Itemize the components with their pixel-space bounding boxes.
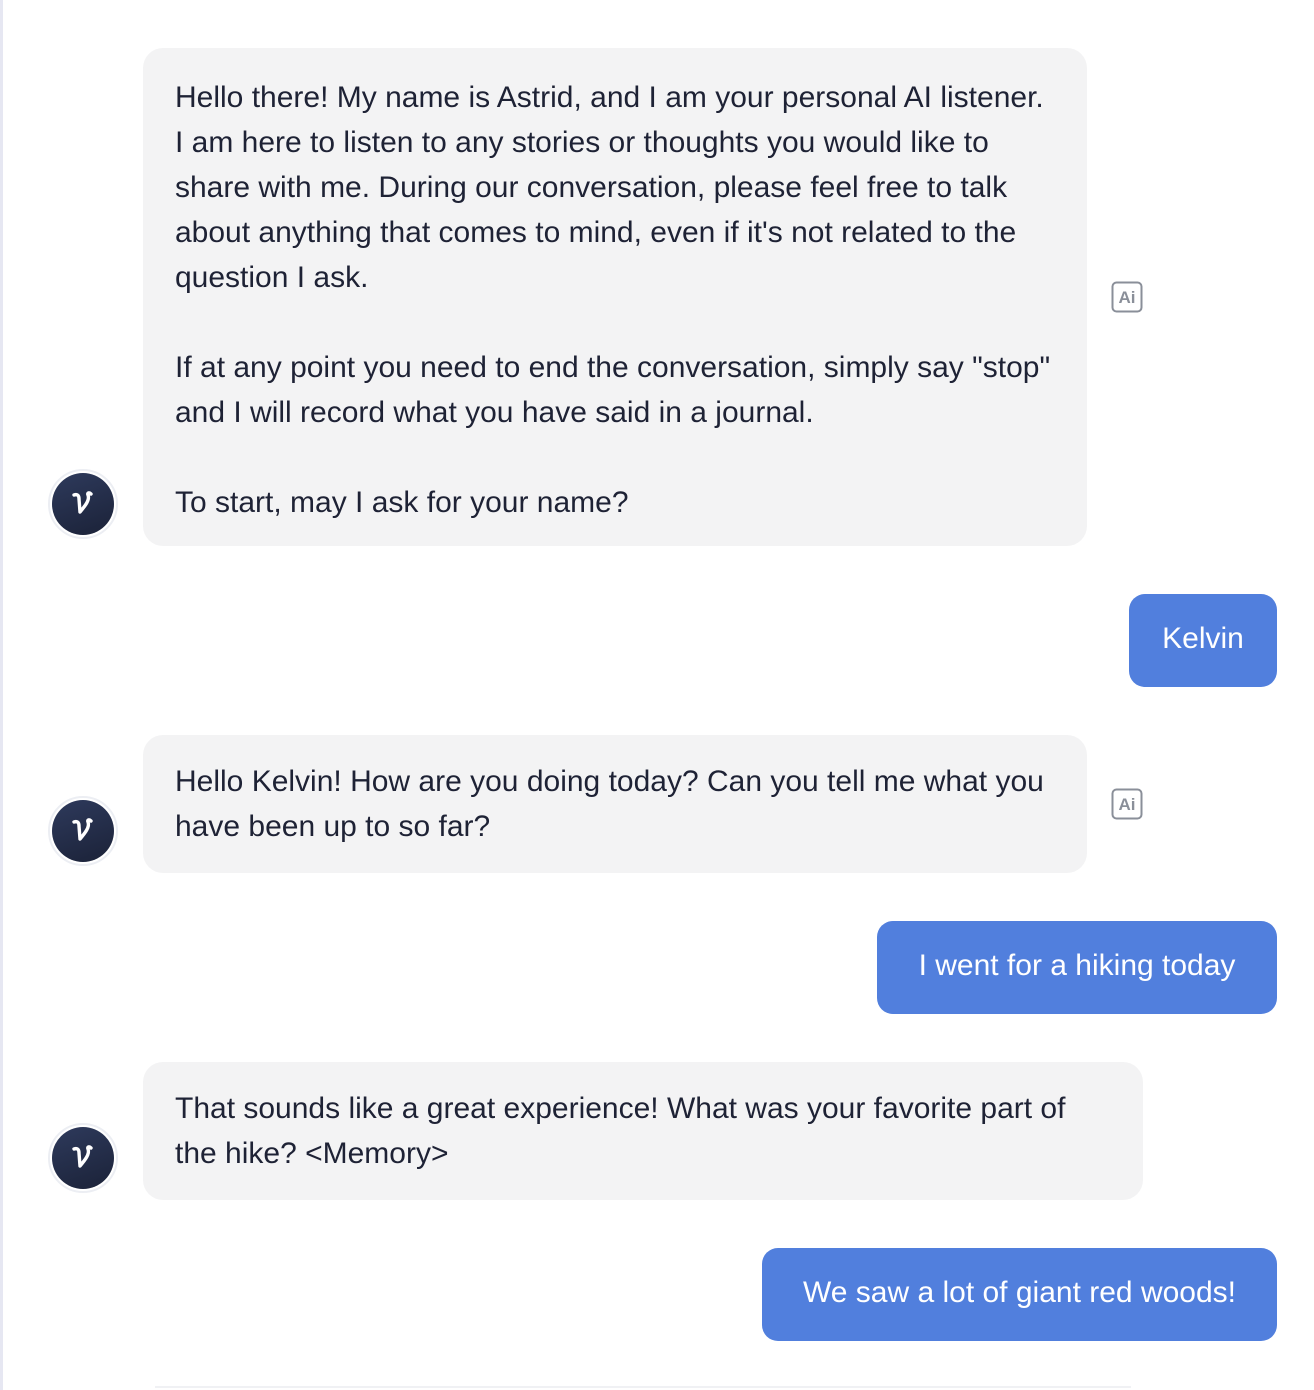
user-message: Kelvin [1129, 594, 1277, 687]
chat-page: Hello there! My name is Astrid, and I am… [0, 0, 1314, 1390]
assistant-message: Hello there! My name is Astrid, and I am… [143, 48, 1087, 546]
user-message: We saw a lot of giant red woods! [762, 1248, 1277, 1341]
assistant-avatar [48, 469, 118, 539]
svg-text:Ai: Ai [1119, 288, 1136, 307]
v-logo-icon [52, 800, 114, 862]
v-logo-icon [52, 1127, 114, 1189]
assistant-message: That sounds like a great experience! Wha… [143, 1062, 1143, 1200]
v-logo-icon [52, 473, 114, 535]
assistant-avatar [48, 1123, 118, 1193]
ai-badge-icon[interactable]: Ai [1111, 788, 1143, 820]
next-message-edge [155, 1386, 1131, 1388]
ai-badge-icon[interactable]: Ai [1111, 281, 1143, 313]
user-message: I went for a hiking today [877, 921, 1277, 1014]
assistant-avatar [48, 796, 118, 866]
svg-text:Ai: Ai [1119, 795, 1136, 814]
assistant-message: Hello Kelvin! How are you doing today? C… [143, 735, 1087, 873]
